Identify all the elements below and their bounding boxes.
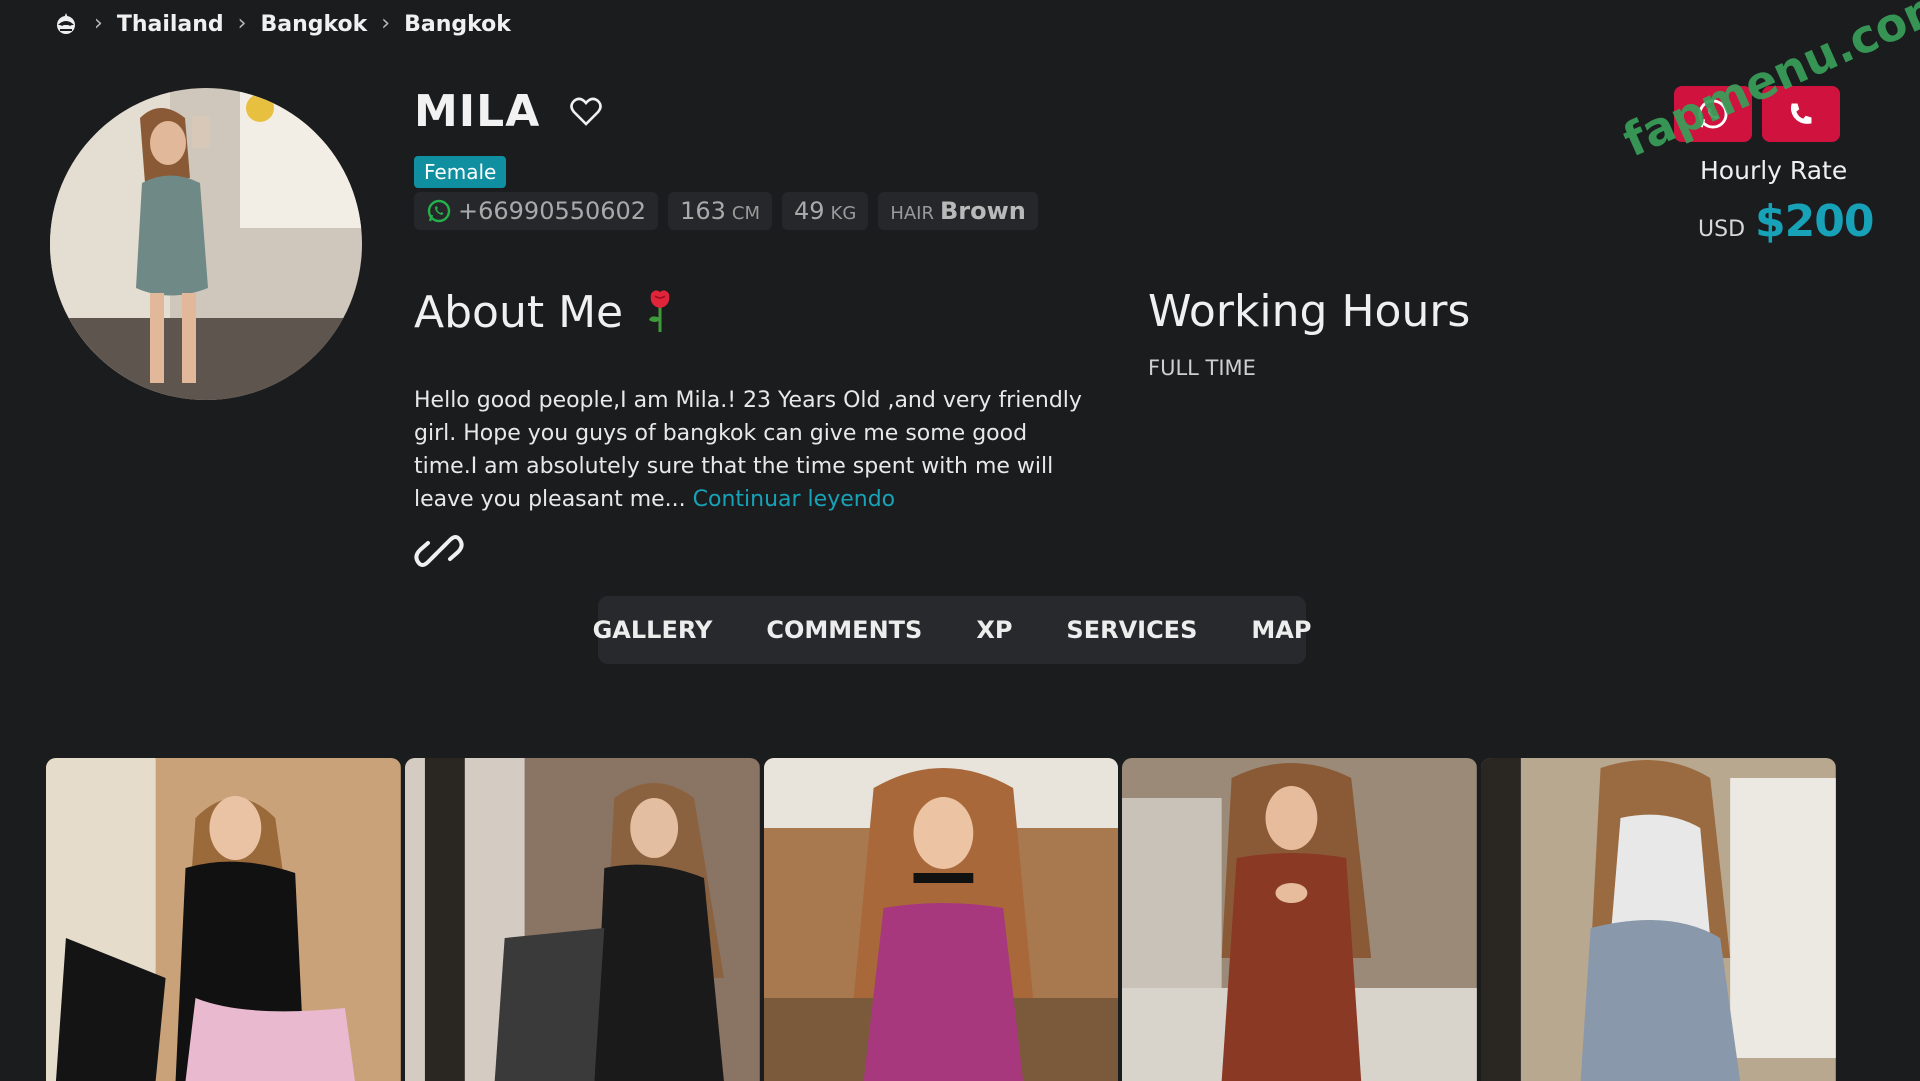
avatar [50, 88, 362, 400]
about-title: About Me [414, 286, 624, 338]
contact-buttons [1674, 86, 1840, 142]
working-hours-value: FULL TIME [1148, 356, 1256, 380]
tab-map[interactable]: MAP [1251, 616, 1311, 644]
tab-services[interactable]: SERVICES [1066, 616, 1197, 644]
phone-number: +66990550602 [458, 197, 647, 225]
height-stat: 163 CM [668, 192, 772, 230]
hair-stat: HAIR Brown [878, 192, 1038, 230]
photo-gallery [46, 758, 1836, 1081]
about-text: Hello good people,I am Mila.! 23 Years O… [414, 384, 1094, 516]
profile-tabs: GALLERY COMMENTS XP SERVICES MAP [593, 596, 1311, 664]
phone-icon [1790, 103, 1812, 124]
weight-unit: KG [830, 203, 857, 224]
profile-page: › Thailand › Bangkok › Bangkok MILA Fema… [0, 0, 1920, 1081]
tab-comments[interactable]: COMMENTS [766, 616, 922, 644]
home-icon[interactable] [52, 10, 80, 38]
profile-stats: +66990550602 163 CM 49 KG HAIR Brown [414, 192, 1038, 230]
gallery-photo[interactable] [404, 758, 760, 1081]
hair-label: HAIR [890, 203, 934, 224]
breadcrumb-link-city[interactable]: Bangkok [404, 12, 511, 37]
weight-value: 49 [794, 197, 825, 225]
breadcrumb-link-region[interactable]: Bangkok [260, 12, 367, 37]
rate-label: Hourly Rate [1700, 156, 1848, 185]
link-icon[interactable] [414, 528, 464, 574]
gallery-photo[interactable] [1481, 758, 1836, 1081]
tab-gallery[interactable]: GALLERY [593, 616, 713, 644]
gender-badge: Female [414, 156, 507, 188]
whatsapp-button[interactable] [1674, 86, 1752, 142]
read-more-link[interactable]: Continuar leyendo [693, 487, 895, 512]
gallery-photo[interactable] [763, 758, 1119, 1081]
chevron-right-icon: › [237, 11, 247, 36]
call-button[interactable] [1762, 86, 1840, 142]
profile-header: MILA [414, 86, 604, 137]
rate-value: $200 [1755, 196, 1874, 247]
whatsapp-icon [427, 199, 451, 223]
chevron-right-icon: › [381, 11, 391, 36]
hourly-rate: USD $200 [1698, 196, 1874, 247]
tab-xp[interactable]: XP [976, 616, 1012, 644]
rose-icon [645, 286, 675, 338]
height-value: 163 [680, 197, 726, 225]
heart-icon[interactable] [568, 94, 604, 130]
hair-value: Brown [939, 197, 1026, 225]
working-hours-title: Working Hours [1148, 286, 1471, 337]
whatsapp-icon [1698, 99, 1728, 129]
weight-stat: 49 KG [782, 192, 869, 230]
gallery-photo[interactable] [1122, 758, 1478, 1081]
gallery-photo[interactable] [46, 758, 401, 1081]
breadcrumb-link-country[interactable]: Thailand [117, 12, 224, 37]
watermark: fapmenu.com [1615, 0, 1920, 168]
chevron-right-icon: › [94, 11, 103, 36]
about-header: About Me [414, 286, 675, 338]
breadcrumb: › Thailand › Bangkok › Bangkok [52, 8, 511, 40]
rate-currency: USD [1698, 217, 1746, 242]
profile-name: MILA [414, 86, 541, 137]
height-unit: CM [731, 203, 760, 224]
phone-stat[interactable]: +66990550602 [414, 192, 659, 230]
